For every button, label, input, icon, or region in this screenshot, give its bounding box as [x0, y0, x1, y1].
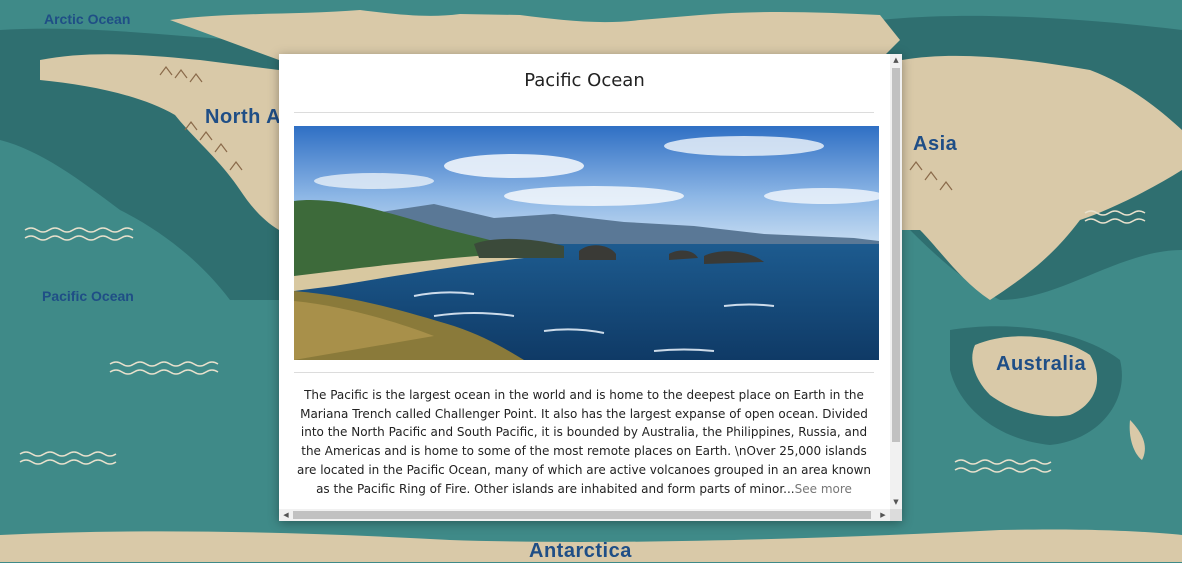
pacific-ocean-label[interactable]: Pacific Ocean	[42, 288, 134, 304]
title-divider	[294, 112, 874, 113]
vertical-scrollbar[interactable]: ▲ ▼	[890, 54, 902, 509]
antarctica-label[interactable]: Antarctica	[529, 540, 632, 563]
scroll-down-arrow-icon[interactable]: ▼	[890, 497, 902, 507]
horizontal-scroll-thumb[interactable]	[293, 511, 871, 519]
australia-label[interactable]: Australia	[996, 353, 1086, 376]
vertical-scroll-thumb[interactable]	[892, 68, 900, 442]
horizontal-scrollbar[interactable]: ◀ ▶	[279, 509, 890, 521]
description-text: The Pacific is the largest ocean in the …	[296, 388, 872, 496]
modal-title: Pacific Ocean	[524, 70, 645, 91]
modal-content: Pacific Ocean The Pacific is the largest…	[279, 54, 890, 509]
ocean-info-modal: Pacific Ocean The Pacific is the largest…	[279, 54, 902, 521]
ocean-description: The Pacific is the largest ocean in the …	[294, 386, 874, 498]
scroll-right-arrow-icon[interactable]: ▶	[877, 510, 889, 520]
arctic-ocean-label[interactable]: Arctic Ocean	[44, 11, 130, 27]
scroll-up-arrow-icon[interactable]: ▲	[890, 55, 902, 65]
ocean-photo	[294, 126, 879, 360]
see-more-link[interactable]: See more	[795, 482, 852, 496]
scroll-left-arrow-icon[interactable]: ◀	[280, 510, 292, 520]
scrollbar-corner	[890, 509, 902, 521]
image-divider	[294, 372, 874, 373]
asia-label[interactable]: Asia	[913, 133, 957, 156]
